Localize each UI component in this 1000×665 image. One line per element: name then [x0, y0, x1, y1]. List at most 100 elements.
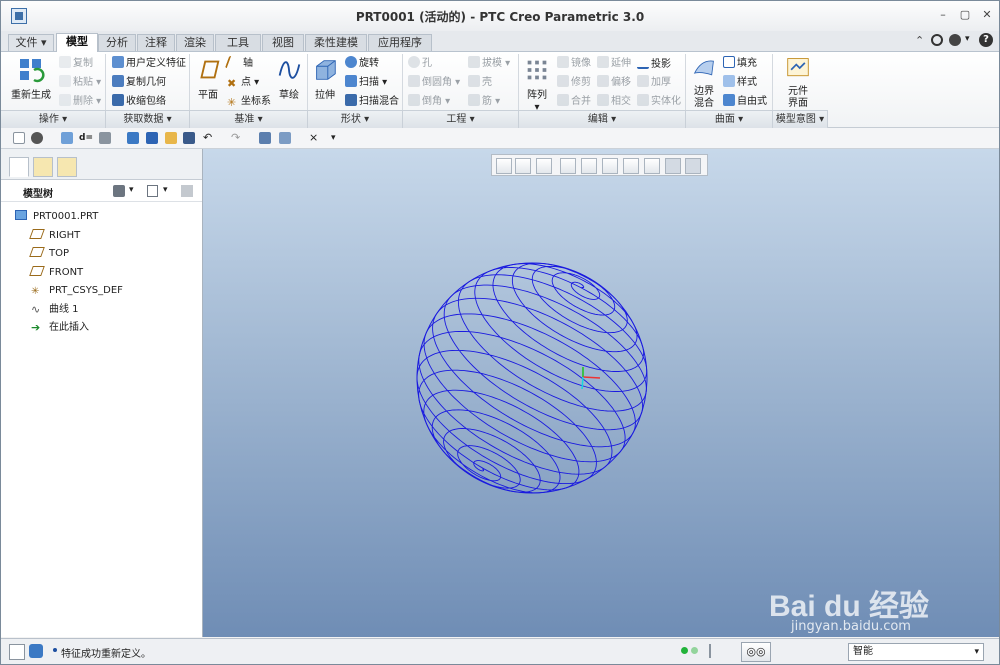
mirror-button[interactable]: 镜像	[557, 55, 591, 72]
tab-render[interactable]: 渲染	[176, 34, 214, 51]
community-icon[interactable]	[949, 34, 961, 46]
group-shape[interactable]: 形状 ▾	[308, 110, 403, 128]
tree-filter-dropdown-icon[interactable]: ▾	[163, 185, 168, 195]
refit-icon[interactable]	[496, 158, 512, 174]
round-button[interactable]: 倒圆角 ▾	[408, 74, 460, 91]
freestyle-button[interactable]: 自由式	[723, 93, 767, 110]
solidify-button[interactable]: 实体化	[637, 93, 681, 110]
tab-analysis[interactable]: 分析	[98, 34, 136, 51]
regenerate-button[interactable]: 重新生成	[11, 56, 51, 102]
display-style-icon[interactable]	[31, 132, 43, 144]
maximize-icon[interactable]: ▢	[957, 7, 973, 23]
new-file-icon[interactable]	[13, 132, 25, 144]
draft-button[interactable]: 拔模 ▾	[468, 55, 510, 72]
tab-applications[interactable]: 应用程序	[368, 34, 432, 51]
pattern-button[interactable]: 阵列 ▾	[523, 56, 551, 114]
swept-blend-button[interactable]: 扫描混合	[345, 93, 399, 110]
find-button[interactable]: ◎◎	[741, 642, 771, 662]
sketch-button[interactable]: 草绘	[275, 56, 303, 102]
chevron-up-icon[interactable]: ⌃	[915, 34, 927, 47]
show-browser-icon[interactable]	[29, 644, 43, 658]
fill-button[interactable]: 填充	[723, 55, 757, 72]
datum-display-filter-icon[interactable]	[644, 158, 660, 174]
zoom-in-icon[interactable]	[515, 158, 531, 174]
dimension-icon[interactable]: d=	[79, 132, 93, 144]
close-window-icon[interactable]: ⨯	[309, 132, 321, 144]
graphics-viewport[interactable]	[203, 149, 999, 637]
extend-button[interactable]: 延伸	[597, 55, 631, 72]
tree-item-csys[interactable]: ✳ PRT_CSYS_DEF	[31, 283, 123, 299]
customize-toolbar-icon[interactable]: ▾	[331, 132, 343, 144]
view-manager-icon[interactable]	[623, 158, 639, 174]
sweep-button[interactable]: 扫描 ▾	[345, 74, 387, 91]
group-editing[interactable]: 编辑 ▾	[519, 110, 686, 128]
group-get-data[interactable]: 获取数据 ▾	[106, 110, 190, 128]
datum-csys-button[interactable]: ✳ 坐标系	[227, 93, 271, 110]
tree-item-front[interactable]: FRONT	[29, 265, 83, 281]
component-interface-button[interactable]: 元件 界面	[781, 56, 815, 110]
redo-icon[interactable]: ↷	[231, 132, 243, 144]
saved-orientation-icon[interactable]	[61, 132, 73, 144]
tab-tools[interactable]: 工具	[215, 34, 261, 51]
group-model-intent[interactable]: 模型意图 ▾	[773, 110, 828, 128]
appearance-icon[interactable]	[127, 132, 139, 144]
tree-item-top[interactable]: TOP	[29, 246, 69, 262]
shell-button[interactable]: 壳	[468, 74, 492, 91]
tab-model[interactable]: 模型	[56, 33, 98, 52]
spiral-sphere-curve[interactable]	[416, 262, 648, 494]
tree-settings-dropdown-icon[interactable]: ▾	[129, 185, 134, 195]
search-icon[interactable]	[931, 34, 943, 46]
tree-item-curve[interactable]: ∿ 曲线 1	[31, 302, 79, 318]
repaint-icon[interactable]	[560, 158, 576, 174]
trim-button[interactable]: 修剪	[557, 74, 591, 91]
tree-show-icon[interactable]	[181, 185, 193, 197]
chamfer-button[interactable]: 倒角 ▾	[408, 93, 450, 110]
model-tree-tab-icon[interactable]	[9, 157, 29, 177]
offset-button[interactable]: 偏移	[597, 74, 631, 91]
help-icon[interactable]: ?	[979, 33, 993, 47]
group-engineering[interactable]: 工程 ▾	[403, 110, 519, 128]
selection-filter-select[interactable]: 智能 ▾	[848, 643, 984, 661]
datum-axis-button[interactable]: 轴	[224, 55, 253, 72]
tree-settings-icon[interactable]	[113, 185, 125, 197]
tab-annotate[interactable]: 注释	[137, 34, 175, 51]
hole-button[interactable]: 孔	[408, 55, 432, 72]
close-icon[interactable]: ✕	[979, 7, 995, 23]
copy-button[interactable]: 复制	[59, 55, 93, 72]
group-operations[interactable]: 操作 ▾	[1, 110, 106, 128]
minimize-icon[interactable]: –	[935, 7, 951, 23]
datum-point-button[interactable]: ✖ 点 ▾	[227, 74, 259, 91]
udf-button[interactable]: 用户定义特征	[112, 55, 186, 72]
tab-flexible-modeling[interactable]: 柔性建模	[305, 34, 367, 51]
tree-item-part[interactable]: PRT0001.PRT	[15, 209, 98, 225]
tab-file[interactable]: 文件 ▾	[8, 34, 54, 51]
open-folder-icon[interactable]	[165, 132, 177, 144]
flag-icon[interactable]	[709, 644, 721, 658]
tree-filter-icon[interactable]	[147, 185, 158, 197]
tree-item-right[interactable]: RIGHT	[29, 228, 80, 244]
thicken-button[interactable]: 加厚	[637, 74, 671, 91]
windows-icon[interactable]	[279, 132, 291, 144]
zoom-out-icon[interactable]	[536, 158, 552, 174]
tree-item-insert-here[interactable]: ➔ 在此插入	[31, 320, 89, 336]
intersect-button[interactable]: 相交	[597, 93, 631, 110]
merge-button[interactable]: 合并	[557, 93, 591, 110]
regenerate-small-icon[interactable]	[259, 132, 271, 144]
annotation-display-icon[interactable]	[685, 158, 701, 174]
group-datum[interactable]: 基准 ▾	[190, 110, 308, 128]
revolve-button[interactable]: 旋转	[345, 55, 379, 72]
group-surfaces[interactable]: 曲面 ▾	[686, 110, 773, 128]
saved-views-icon[interactable]	[602, 158, 618, 174]
dropdown-arrow-icon[interactable]: ▾	[965, 34, 970, 44]
style-button[interactable]: 样式	[723, 74, 757, 91]
favorites-tab-icon[interactable]	[57, 157, 77, 177]
paste-button[interactable]: 粘贴 ▾	[59, 74, 101, 91]
delete-button[interactable]: 删除 ▾	[59, 93, 101, 110]
display-style-view-icon[interactable]	[581, 158, 597, 174]
datum-plane-button[interactable]: 平面	[194, 56, 222, 102]
undo-icon[interactable]: ↶	[203, 132, 215, 144]
project-button[interactable]: 投影	[637, 55, 671, 72]
rib-button[interactable]: 筋 ▾	[468, 93, 500, 110]
tab-view[interactable]: 视图	[262, 34, 304, 51]
extrude-button[interactable]: 拉伸	[311, 56, 339, 102]
